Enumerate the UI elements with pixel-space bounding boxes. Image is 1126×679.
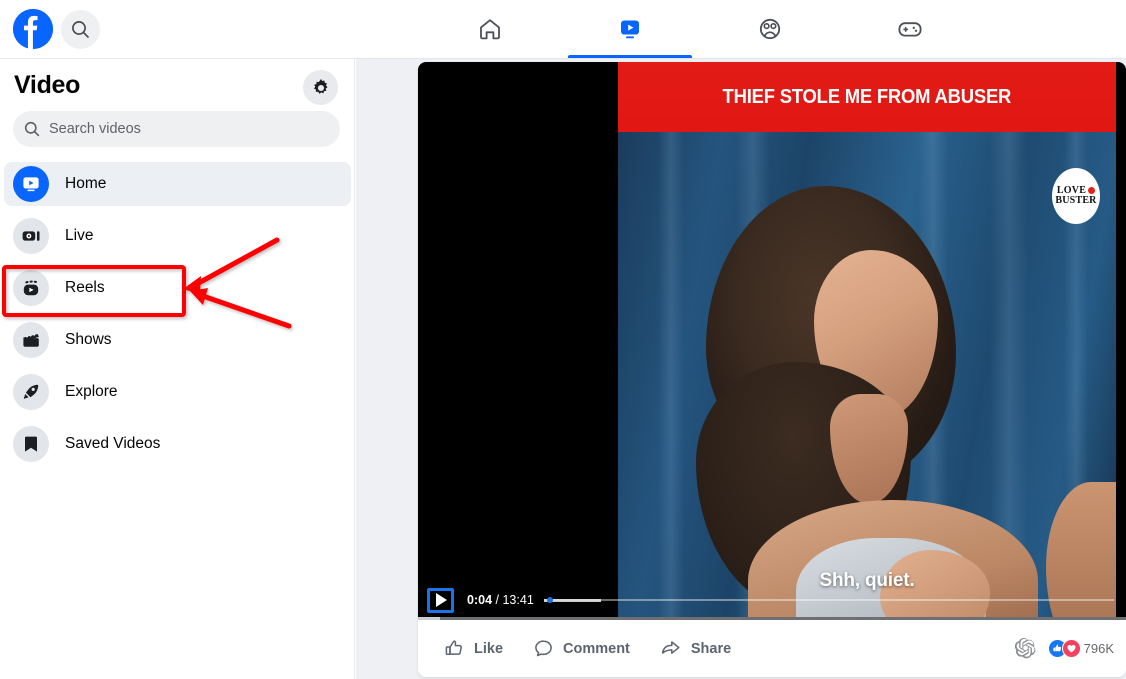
live-video-icon [13, 218, 49, 254]
like-label: Like [474, 640, 504, 657]
video-post-card: THIEF STOLE ME FROM ABUSER LOVE BUSTER S… [418, 62, 1126, 677]
clapperboard-icon [13, 322, 49, 358]
gear-icon [313, 78, 327, 94]
video-sidebar: Video Search videos Home Live Reels Show… [0, 59, 355, 679]
facebook-video-page: Video Search videos Home Live Reels Show… [0, 0, 1126, 679]
sidebar-item-label: Reels [65, 279, 105, 296]
post-actions-left: Like Comment Share [434, 632, 741, 666]
comment-label: Comment [563, 640, 630, 657]
gaming-controller-icon [898, 22, 922, 37]
tab-home[interactable] [420, 0, 560, 58]
post-actions-right: 796K [1014, 638, 1114, 659]
main-content-area: THIEF STOLE ME FROM ABUSER LOVE BUSTER S… [356, 59, 1126, 679]
tab-video[interactable] [560, 0, 700, 58]
play-icon [436, 593, 447, 607]
tab-underline [568, 55, 692, 58]
page-title: Video [14, 71, 81, 99]
video-duration: 13:41 [502, 593, 534, 607]
tab-friends[interactable] [700, 0, 840, 58]
sidebar-item-live[interactable]: Live [4, 214, 351, 258]
sidebar-item-label: Home [65, 175, 107, 192]
watermark-dot-icon [1088, 187, 1096, 195]
video-controls: 0:04 / 13:41 [418, 580, 1126, 620]
comment-bubble-icon [535, 640, 552, 657]
reaction-summary[interactable]: 796K [1047, 639, 1114, 658]
player-bottom-bar-fill [418, 617, 440, 620]
heart-reaction-icon [1061, 639, 1081, 658]
video-nav-list: Home Live Reels Shows Explore Saved Vide… [4, 162, 351, 474]
search-videos-input[interactable] [49, 121, 299, 137]
video-headline-text: THIEF STOLE ME FROM ABUSER [722, 85, 1012, 108]
tab-gaming[interactable] [840, 0, 980, 58]
global-search-button[interactable] [61, 10, 100, 49]
sidebar-item-label: Saved Videos [65, 435, 161, 452]
progress-track [543, 599, 1114, 601]
facebook-logo[interactable] [13, 9, 53, 49]
video-settings-button[interactable] [303, 70, 338, 105]
sidebar-item-label: Shows [65, 331, 112, 348]
video-frame: THIEF STOLE ME FROM ABUSER LOVE BUSTER S… [618, 62, 1116, 620]
sidebar-item-explore[interactable]: Explore [4, 370, 351, 414]
sidebar-item-label: Explore [65, 383, 118, 400]
video-home-icon [13, 166, 49, 202]
home-icon [480, 19, 500, 40]
search-videos-box[interactable] [13, 111, 340, 147]
sidebar-item-home[interactable]: Home [4, 162, 351, 206]
share-button[interactable]: Share [650, 632, 741, 666]
like-button[interactable]: Like [434, 632, 513, 666]
time-separator: / [495, 593, 499, 607]
friends-icon [759, 18, 781, 40]
search-icon [72, 21, 89, 38]
current-time: 0:04 [467, 593, 493, 607]
love-buster-watermark: LOVE BUSTER [1052, 168, 1100, 224]
share-label: Share [690, 640, 732, 657]
video-progress-bar[interactable] [543, 593, 1114, 607]
video-scene: LOVE BUSTER Shh, quiet. [618, 132, 1116, 620]
reaction-count: 796K [1083, 641, 1114, 656]
video-timestamp: 0:04 / 13:41 [467, 593, 534, 607]
comment-button[interactable]: Comment [523, 632, 640, 666]
top-nav-tabs [420, 0, 980, 58]
sidebar-item-shows[interactable]: Shows [4, 318, 351, 362]
post-action-bar: Like Comment Share 796K [418, 620, 1126, 677]
search-icon [24, 121, 40, 137]
reels-icon [13, 270, 49, 306]
sidebar-item-reels[interactable]: Reels [4, 266, 351, 310]
sidebar-item-label: Live [65, 227, 94, 244]
progress-scrubber[interactable] [547, 597, 554, 603]
video-player[interactable]: THIEF STOLE ME FROM ABUSER LOVE BUSTER S… [418, 62, 1126, 620]
openai-logo-icon[interactable] [1014, 638, 1036, 659]
video-headline-banner: THIEF STOLE ME FROM ABUSER [618, 62, 1116, 132]
player-bottom-bar[interactable] [418, 617, 1126, 620]
share-arrow-icon [661, 641, 680, 654]
bookmark-icon [13, 426, 49, 462]
play-button[interactable] [427, 587, 454, 613]
sidebar-item-saved-videos[interactable]: Saved Videos [4, 422, 351, 466]
top-navigation-bar [0, 0, 1126, 59]
watermark-line-2: BUSTER [1055, 195, 1097, 206]
video-icon [621, 20, 639, 39]
rocket-icon [13, 374, 49, 410]
thumbs-up-icon [445, 640, 462, 655]
